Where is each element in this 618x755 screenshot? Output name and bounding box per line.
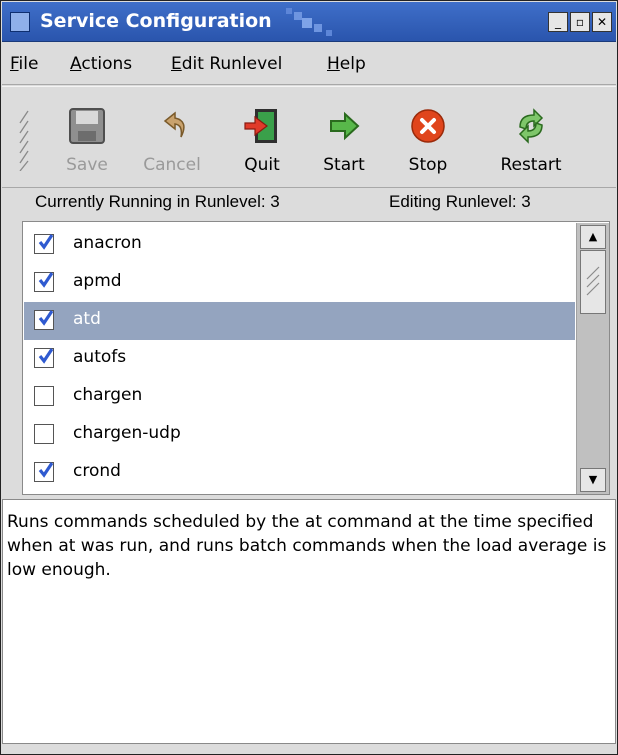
titlebar-decoration-icon: [286, 8, 332, 36]
scrollbar-thumb[interactable]: [580, 250, 606, 314]
service-row-chargen-udp[interactable]: chargen-udp: [24, 416, 575, 454]
menu-help[interactable]: Help: [327, 54, 366, 74]
service-name: crond: [73, 461, 121, 481]
menu-actions[interactable]: Actions: [70, 54, 132, 74]
cancel-button[interactable]: Cancel: [130, 97, 214, 183]
service-description: Runs commands scheduled by the at comman…: [2, 499, 616, 744]
stop-button[interactable]: Stop: [390, 97, 466, 183]
checkmark-icon: [38, 234, 54, 250]
scroll-up-arrow-icon[interactable]: ▲: [580, 225, 606, 249]
services-list[interactable]: anacron apmd atd autofs chargen chargen-…: [22, 221, 610, 495]
checkmark-icon: [38, 462, 54, 478]
service-name: atd: [73, 309, 101, 329]
service-name: chargen: [73, 385, 143, 405]
exit-door-icon: [244, 109, 277, 143]
service-row-chargen[interactable]: chargen: [24, 378, 575, 416]
service-checkbox[interactable]: [34, 348, 54, 368]
start-button[interactable]: Start: [308, 97, 380, 183]
undo-arrow-icon: [163, 111, 185, 138]
menu-actions-mnemonic: A: [70, 54, 82, 74]
restart-label: Restart: [500, 155, 562, 175]
menu-bar: File Actions Edit Runlevel Help: [2, 43, 616, 85]
checkmark-icon: [38, 348, 54, 364]
runlevel-status: Currently Running in Runlevel: 3 Editing…: [2, 189, 616, 219]
toolbar: Save Cancel Quit Start Stop Restart: [2, 86, 616, 188]
service-checkbox[interactable]: [34, 424, 54, 444]
checkmark-icon: [38, 272, 54, 288]
service-checkbox[interactable]: [34, 234, 54, 254]
stop-x-icon: [411, 109, 445, 143]
cancel-label: Cancel: [143, 155, 201, 175]
service-checkbox[interactable]: [34, 272, 54, 292]
current-runlevel-text: Currently Running in Runlevel: 3: [35, 192, 280, 211]
right-arrow-icon: [330, 111, 360, 141]
save-button[interactable]: Save: [46, 97, 128, 183]
services-scrollbar[interactable]: ▲ ▼: [576, 223, 609, 494]
service-checkbox[interactable]: [34, 386, 54, 406]
checkmark-icon: [38, 310, 54, 326]
menu-file-mnemonic: F: [10, 54, 19, 74]
start-label: Start: [323, 155, 365, 175]
restart-button[interactable]: Restart: [476, 97, 586, 183]
toolbar-grip-handle[interactable]: [18, 109, 32, 171]
service-checkbox[interactable]: [34, 462, 54, 482]
service-row-atd[interactable]: atd: [24, 302, 575, 340]
service-name: chargen-udp: [73, 423, 181, 443]
thumb-grip-icon: [586, 266, 600, 296]
service-name: autofs: [73, 347, 127, 367]
menu-actions-label: ctions: [81, 54, 133, 74]
window-menu-icon[interactable]: [10, 12, 30, 32]
maximize-button[interactable]: ▫: [570, 12, 590, 32]
window-title: Service Configuration: [40, 10, 272, 32]
minimize-button[interactable]: _: [548, 12, 568, 32]
service-checkbox[interactable]: [34, 310, 54, 330]
stop-label: Stop: [408, 155, 448, 175]
floppy-disk-icon: [69, 108, 105, 144]
service-name: anacron: [73, 233, 142, 253]
menu-file[interactable]: File: [10, 54, 38, 74]
menu-file-label: ile: [18, 54, 39, 74]
menu-help-mnemonic: H: [327, 54, 340, 74]
title-bar[interactable]: Service Configuration _ ▫ ✕: [2, 2, 616, 42]
service-name: apmd: [73, 271, 122, 291]
scroll-down-arrow-icon[interactable]: ▼: [580, 468, 606, 492]
menu-help-label: elp: [339, 54, 366, 74]
menu-edit-runlevel-mnemonic: E: [171, 54, 182, 74]
quit-label: Quit: [244, 155, 280, 175]
quit-button[interactable]: Quit: [226, 97, 298, 183]
editing-runlevel-text: Editing Runlevel: 3: [389, 192, 531, 211]
recycle-arrows-icon: [518, 108, 544, 144]
menu-edit-runlevel[interactable]: Edit Runlevel: [171, 54, 282, 74]
close-window-button[interactable]: ✕: [592, 12, 612, 32]
save-label: Save: [66, 155, 108, 175]
service-row-crond[interactable]: crond: [24, 454, 575, 492]
service-configuration-window: Service Configuration _ ▫ ✕ File Actions…: [0, 0, 618, 755]
service-row-apmd[interactable]: apmd: [24, 264, 575, 302]
menu-edit-runlevel-label: dit Runlevel: [181, 54, 283, 74]
service-row-anacron[interactable]: anacron: [24, 226, 575, 264]
service-row-autofs[interactable]: autofs: [24, 340, 575, 378]
